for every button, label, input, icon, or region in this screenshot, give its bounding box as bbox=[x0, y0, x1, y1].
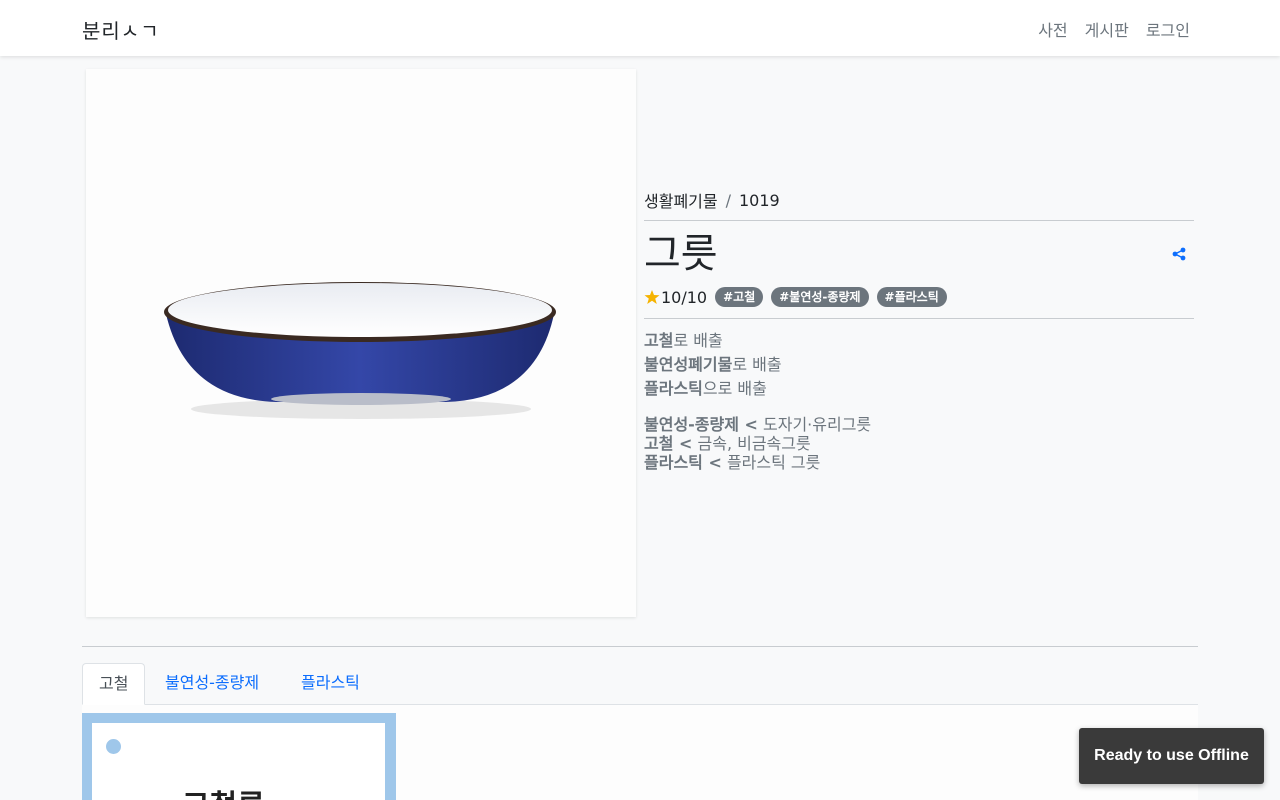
divider bbox=[644, 318, 1194, 319]
tab-bar: 고철 불연성-종량제 플라스틱 bbox=[82, 663, 1198, 705]
rule-item: 고철 < 금속, 비금속그릇 bbox=[644, 434, 811, 453]
poster-dot bbox=[106, 739, 121, 754]
scrap-metal-poster: 고철류 bbox=[82, 713, 396, 800]
page-title: 그릇 bbox=[644, 231, 718, 277]
breadcrumb-separator: / bbox=[725, 190, 731, 210]
nav-link-board[interactable]: 게시판 bbox=[1085, 17, 1129, 41]
tab-scrap-metal[interactable]: 고철 bbox=[82, 663, 146, 705]
rating-row: 10/10 #고철 #불연성-종량제 #플라스틱 bbox=[644, 287, 1194, 307]
rule-item: 불연성-종량제 < 도자기·유리그릇 bbox=[644, 415, 872, 434]
breadcrumb-item-id: 1019 bbox=[739, 190, 780, 210]
tab-plastic[interactable]: 플라스틱 bbox=[285, 663, 376, 705]
nav-links: 사전 게시판 로그인 bbox=[1038, 17, 1190, 41]
navbar: 분리ㅅㄱ 사전 게시판 로그인 bbox=[0, 0, 1280, 56]
tab-content: 고철류 bbox=[82, 705, 1198, 800]
rating-value: 10/10 bbox=[661, 287, 708, 307]
item-info: 생활폐기물 / 1019 그릇 10/10 #고철 #불연성-종량제 #플라스틱… bbox=[644, 188, 1194, 472]
brand-logo[interactable]: 분리ㅅㄱ bbox=[82, 15, 160, 44]
poster-inner: 고철류 bbox=[92, 723, 385, 800]
disposal-item: 불연성폐기물로 배출 bbox=[644, 355, 782, 374]
share-icon[interactable] bbox=[1172, 247, 1186, 261]
star-icon bbox=[644, 290, 660, 304]
bowl-image bbox=[164, 282, 556, 419]
disposal-item: 고철로 배출 bbox=[644, 331, 723, 350]
divider bbox=[644, 220, 1194, 221]
breadcrumb-category[interactable]: 생활폐기물 bbox=[644, 188, 718, 212]
rule-item: 플라스틱 < 플라스틱 그릇 bbox=[644, 453, 821, 472]
disposal-list: 고철로 배출 불연성폐기물로 배출 플라스틱으로 배출 bbox=[644, 329, 1194, 401]
item-photo bbox=[86, 69, 636, 617]
disposal-item: 플라스틱으로 배출 bbox=[644, 379, 767, 398]
tag-scrap-metal[interactable]: #고철 bbox=[715, 287, 764, 307]
offline-toast: Ready to use Offline bbox=[1079, 728, 1264, 784]
tag-nonflammable[interactable]: #불연성-종량제 bbox=[771, 287, 869, 307]
poster-text: 고철류 bbox=[182, 781, 265, 800]
breadcrumb: 생활폐기물 / 1019 bbox=[644, 188, 1194, 212]
rule-list: 불연성-종량제 < 도자기·유리그릇 고철 < 금속, 비금속그릇 플라스틱 <… bbox=[644, 415, 1194, 472]
tab-nonflammable[interactable]: 불연성-종량제 bbox=[149, 663, 275, 705]
tag-plastic[interactable]: #플라스틱 bbox=[876, 287, 947, 307]
nav-link-login[interactable]: 로그인 bbox=[1146, 17, 1190, 41]
nav-link-dictionary[interactable]: 사전 bbox=[1038, 17, 1067, 41]
section-divider bbox=[82, 646, 1198, 647]
title-row: 그릇 bbox=[644, 229, 1194, 279]
